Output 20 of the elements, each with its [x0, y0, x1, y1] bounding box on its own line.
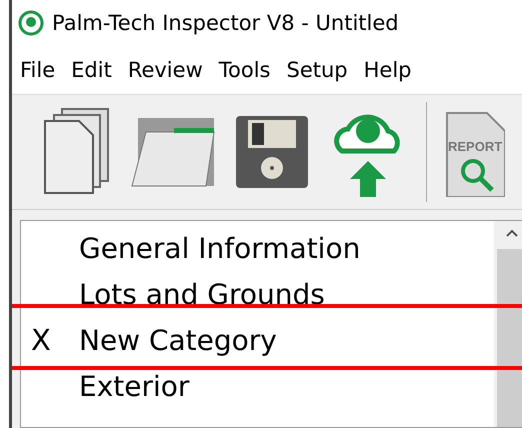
- menu-item[interactable]: Tools: [218, 58, 270, 82]
- new-document-button[interactable]: [42, 107, 112, 197]
- menu-item[interactable]: Review: [128, 58, 203, 82]
- scrollbar-thumb[interactable]: [497, 249, 522, 427]
- menu-item[interactable]: Setup: [286, 58, 348, 82]
- menu-item[interactable]: Edit: [71, 58, 112, 82]
- report-label: REPORT: [448, 139, 502, 154]
- scrollbar[interactable]: [494, 221, 522, 427]
- documents-icon: [42, 107, 112, 197]
- menu-item[interactable]: File: [20, 58, 56, 82]
- category-item[interactable]: New Category: [79, 324, 277, 356]
- category-marker: X: [31, 323, 51, 357]
- save-button[interactable]: [234, 114, 310, 190]
- app-logo-icon: [18, 10, 44, 36]
- window-title: Palm-Tech Inspector V8 - Untitled: [52, 11, 399, 35]
- menu-item[interactable]: Help: [364, 58, 412, 82]
- category-item[interactable]: Lots and Grounds: [79, 278, 325, 310]
- scroll-up-icon: [506, 229, 518, 237]
- category-item[interactable]: General Information: [79, 232, 360, 264]
- category-item[interactable]: Exterior: [79, 370, 190, 402]
